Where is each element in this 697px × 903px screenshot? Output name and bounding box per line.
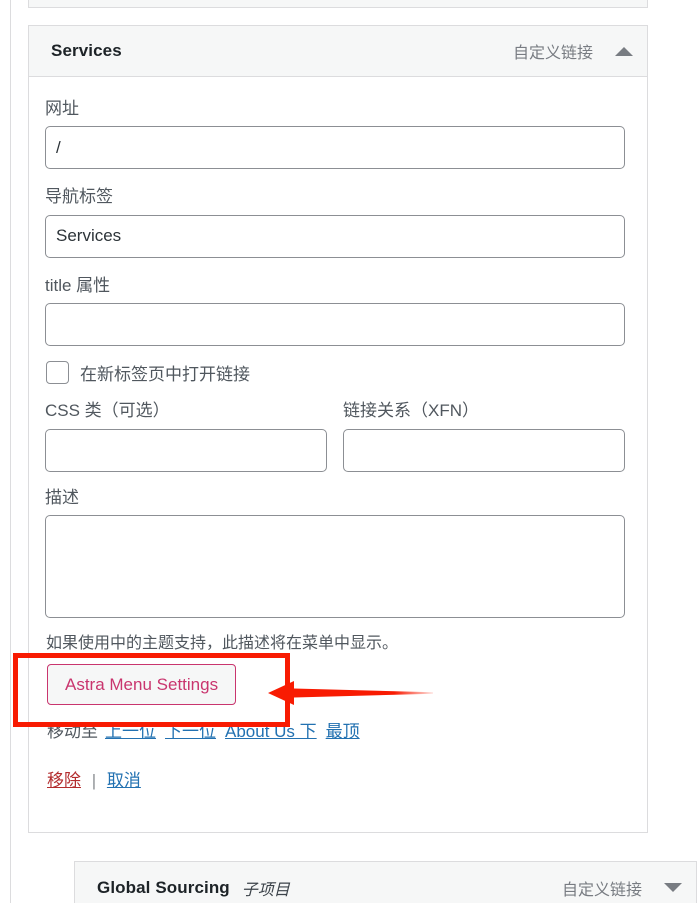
move-down-link[interactable]: 下一位 [165,722,216,741]
astra-menu-settings-row: Astra Menu Settings [47,663,625,705]
menu-item-global-sourcing-panel: Global Sourcing 子项目 自定义链接 [74,861,697,903]
content-left-rule [10,0,11,903]
item-actions-row: 移除 | 取消 [47,766,625,791]
field-url: 网址 [45,99,625,170]
move-under-about-us-link[interactable]: About Us 下 [225,722,317,741]
actions-separator: | [91,770,97,790]
remove-link[interactable]: 移除 [47,771,81,790]
field-title-attr-label: title 属性 [45,275,111,295]
open-new-tab-label: 在新标签页中打开链接 [80,365,250,385]
nav-label-input[interactable] [45,214,625,258]
field-xfn-label: 链接关系（XFN） [343,401,479,421]
field-description: 描述 [45,488,625,623]
move-up-link[interactable]: 上一位 [105,722,156,741]
field-url-label: 网址 [45,99,79,118]
sub-menu-item-title: Global Sourcing [97,877,230,897]
move-prefix-label: 移动至 [47,721,98,741]
field-nav-label-label: 导航标签 [45,187,113,207]
field-open-new-tab[interactable]: 在新标签页中打开链接 [46,360,625,385]
field-nav-label: 导航标签 [45,187,625,258]
sub-menu-item-depth-label: 子项目 [241,881,290,899]
caret-down-icon[interactable] [664,883,682,892]
menu-item-title: Services [51,41,122,60]
field-title-attr: title 属性 [45,275,625,347]
menu-item-header[interactable]: Services 自定义链接 [29,26,647,77]
open-new-tab-checkbox[interactable] [46,361,69,385]
menu-item-services-panel: Services 自定义链接 网址 导航标签 title 属性 在新标签页中打开… [28,25,648,833]
caret-up-icon[interactable] [615,46,633,56]
sub-menu-item-header[interactable]: Global Sourcing 子项目 自定义链接 [75,862,696,903]
css-xfn-row: CSS 类（可选） 链接关系（XFN） [45,401,625,472]
field-xfn: 链接关系（XFN） [343,401,625,472]
description-textarea[interactable] [45,514,625,618]
astra-menu-settings-button[interactable]: Astra Menu Settings [47,663,237,705]
description-help-text: 如果使用中的主题支持，此描述将在菜单中显示。 [46,634,399,652]
css-classes-input[interactable] [45,428,327,472]
move-row: 移动至 上一位 下一位 About Us 下最顶 [47,717,625,742]
move-to-top-link[interactable]: 最顶 [326,722,360,741]
menu-item-form: 网址 导航标签 title 属性 在新标签页中打开链接 CSS 类（可选） [29,77,647,791]
field-css-classes: CSS 类（可选） [45,401,327,472]
field-description-label: 描述 [45,487,79,507]
xfn-input[interactable] [343,428,625,472]
menu-item-type-label: 自定义链接 [512,45,593,62]
cancel-link[interactable]: 取消 [107,771,141,790]
sub-menu-item-type-label: 自定义链接 [561,881,642,899]
previous-menu-item-panel-stub[interactable] [28,0,648,8]
title-attribute-input[interactable] [45,303,625,347]
field-css-classes-label: CSS 类（可选） [45,401,170,421]
menu-editor-screen: Services 自定义链接 网址 导航标签 title 属性 在新标签页中打开… [0,0,697,903]
url-input[interactable] [45,126,625,170]
